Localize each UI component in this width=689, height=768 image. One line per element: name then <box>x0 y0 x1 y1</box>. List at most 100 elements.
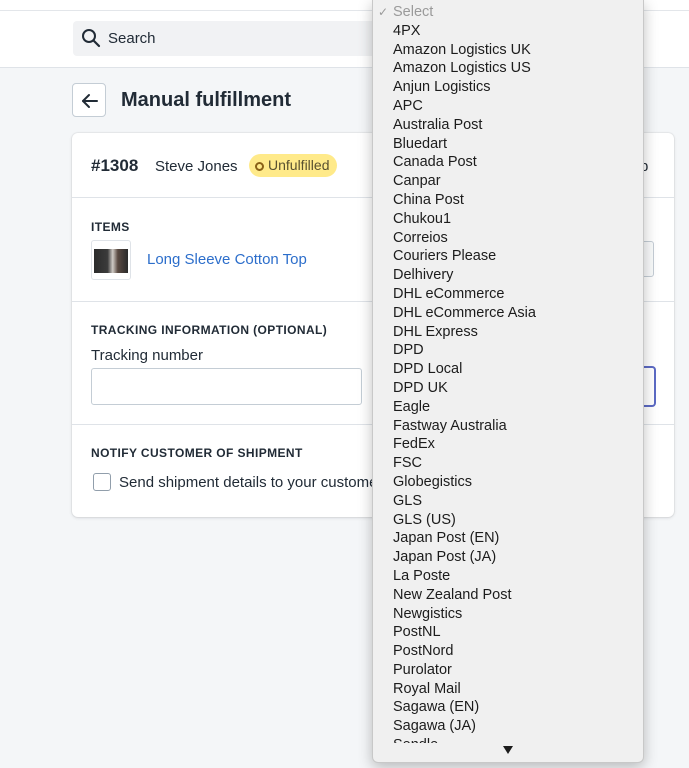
carrier-option[interactable]: DHL Express <box>373 323 643 342</box>
tracking-heading: TRACKING INFORMATION (OPTIONAL) <box>91 323 328 337</box>
carrier-option[interactable]: Canada Post <box>373 153 643 172</box>
carrier-option-label: PostNL <box>393 624 441 641</box>
carrier-option-label: Chukou1 <box>393 210 452 227</box>
carrier-option[interactable]: Sendle <box>373 736 643 743</box>
carrier-option-label: FedEx <box>393 436 435 453</box>
carrier-option[interactable]: FedEx <box>373 435 643 454</box>
carrier-option-label: Bluedart <box>393 135 448 152</box>
carrier-option[interactable]: La Poste <box>373 567 643 586</box>
search-input[interactable]: Search <box>108 30 156 47</box>
carrier-option[interactable]: Globegistics <box>373 473 643 492</box>
carrier-option[interactable]: ✓ Select <box>373 3 643 22</box>
carrier-option-label: Royal Mail <box>393 680 461 697</box>
carrier-option[interactable]: DPD UK <box>373 379 643 398</box>
carrier-option[interactable]: China Post <box>373 191 643 210</box>
page-title: Manual fulfillment <box>121 89 291 111</box>
status-badge: Unfulfilled <box>249 154 338 177</box>
carrier-option-label: Canpar <box>393 173 441 190</box>
carrier-option-label: Canada Post <box>393 154 477 171</box>
carrier-option-label: Amazon Logistics US <box>393 60 531 77</box>
carrier-option[interactable]: Anjun Logistics <box>373 78 643 97</box>
product-thumbnail <box>91 240 131 280</box>
carrier-option[interactable]: PostNord <box>373 642 643 661</box>
carrier-option[interactable]: Purolator <box>373 661 643 680</box>
carrier-option-label: Japan Post (EN) <box>393 530 500 547</box>
tracking-number-label: Tracking number <box>91 347 203 364</box>
carrier-option-label: Amazon Logistics UK <box>393 41 531 58</box>
status-badge-label: Unfulfilled <box>268 157 330 173</box>
carrier-option-label: Couriers Please <box>393 248 497 265</box>
carrier-options-list[interactable]: ✓ Select 4PX Amazon Logistics UK Amazon Logi… <box>373 3 643 743</box>
carrier-option[interactable]: 4PX <box>373 22 643 41</box>
order-number: #1308 <box>91 156 139 175</box>
carrier-option-label: DHL eCommerce <box>393 285 505 302</box>
carrier-option[interactable]: Newgistics <box>373 605 643 624</box>
carrier-option[interactable]: Bluedart <box>373 135 643 154</box>
search-bar[interactable]: Search <box>73 21 403 56</box>
carrier-option-label: Sagawa (JA) <box>393 718 477 735</box>
carrier-option[interactable]: New Zealand Post <box>373 586 643 605</box>
carrier-option[interactable]: Couriers Please <box>373 247 643 266</box>
carrier-option-label: DPD UK <box>393 379 448 396</box>
search-icon <box>81 28 101 48</box>
carrier-option[interactable]: Royal Mail <box>373 680 643 699</box>
carrier-option-label: DPD Local <box>393 361 463 378</box>
carrier-option-label: Anjun Logistics <box>393 79 491 96</box>
carrier-option-label: Sendle <box>393 737 438 743</box>
carrier-option-label: DPD <box>393 342 424 359</box>
notify-heading: NOTIFY CUSTOMER OF SHIPMENT <box>91 446 303 460</box>
carrier-option[interactable]: DHL eCommerce Asia <box>373 304 643 323</box>
tracking-number-input[interactable] <box>91 368 362 405</box>
notify-checkbox[interactable] <box>93 473 111 491</box>
customer-name: Steve Jones <box>155 158 238 175</box>
carrier-option[interactable]: GLS (US) <box>373 511 643 530</box>
carrier-option-label: GLS (US) <box>393 511 456 528</box>
back-button[interactable] <box>72 83 106 117</box>
carrier-option[interactable]: Japan Post (JA) <box>373 548 643 567</box>
carrier-option[interactable]: Amazon Logistics UK <box>373 41 643 60</box>
notify-checkbox-label[interactable]: Send shipment details to your customer <box>119 474 382 491</box>
status-dot-icon <box>255 162 264 171</box>
carrier-dropdown-menu[interactable]: ✓ Select 4PX Amazon Logistics UK Amazon Logi… <box>372 0 644 763</box>
carrier-option[interactable]: Delhivery <box>373 266 643 285</box>
items-heading: ITEMS <box>91 220 130 234</box>
carrier-option-label: Japan Post (JA) <box>393 549 497 566</box>
carrier-option[interactable]: Japan Post (EN) <box>373 529 643 548</box>
carrier-option-label: DHL Express <box>393 323 478 340</box>
carrier-option[interactable]: Correios <box>373 229 643 248</box>
carrier-option[interactable]: Sagawa (JA) <box>373 717 643 736</box>
carrier-option[interactable]: Amazon Logistics US <box>373 59 643 78</box>
checkmark-icon: ✓ <box>378 5 389 19</box>
carrier-option-label: Eagle <box>393 398 431 415</box>
triangle-down-icon[interactable] <box>503 746 513 754</box>
carrier-option[interactable]: Eagle <box>373 398 643 417</box>
product-link[interactable]: Long Sleeve Cotton Top <box>147 251 307 268</box>
arrow-left-icon <box>82 94 98 108</box>
product-image <box>94 249 128 273</box>
carrier-option-label: Sagawa (EN) <box>393 699 480 716</box>
carrier-option[interactable]: Chukou1 <box>373 210 643 229</box>
carrier-option-label: La Poste <box>393 567 451 584</box>
carrier-option-label: PostNord <box>393 643 454 660</box>
carrier-option[interactable]: Canpar <box>373 172 643 191</box>
carrier-option[interactable]: PostNL <box>373 623 643 642</box>
carrier-option-label: Correios <box>393 229 448 246</box>
carrier-option-label: Newgistics <box>393 605 463 622</box>
carrier-option-label: Delhivery <box>393 267 454 284</box>
carrier-option[interactable]: GLS <box>373 492 643 511</box>
carrier-option-label: Select <box>393 4 434 20</box>
carrier-option[interactable]: DHL eCommerce <box>373 285 643 304</box>
carrier-option[interactable]: Australia Post <box>373 116 643 135</box>
carrier-option-label: China Post <box>393 191 464 208</box>
carrier-option-label: Purolator <box>393 661 452 678</box>
carrier-option[interactable]: DPD <box>373 341 643 360</box>
carrier-option[interactable]: DPD Local <box>373 360 643 379</box>
carrier-option-label: New Zealand Post <box>393 586 512 603</box>
carrier-option[interactable]: Fastway Australia <box>373 417 643 436</box>
carrier-option-label: 4PX <box>393 22 421 39</box>
carrier-option-label: DHL eCommerce Asia <box>393 304 536 321</box>
carrier-option[interactable]: FSC <box>373 454 643 473</box>
carrier-option[interactable]: APC <box>373 97 643 116</box>
carrier-option-label: Globegistics <box>393 473 472 490</box>
carrier-option[interactable]: Sagawa (EN) <box>373 698 643 717</box>
